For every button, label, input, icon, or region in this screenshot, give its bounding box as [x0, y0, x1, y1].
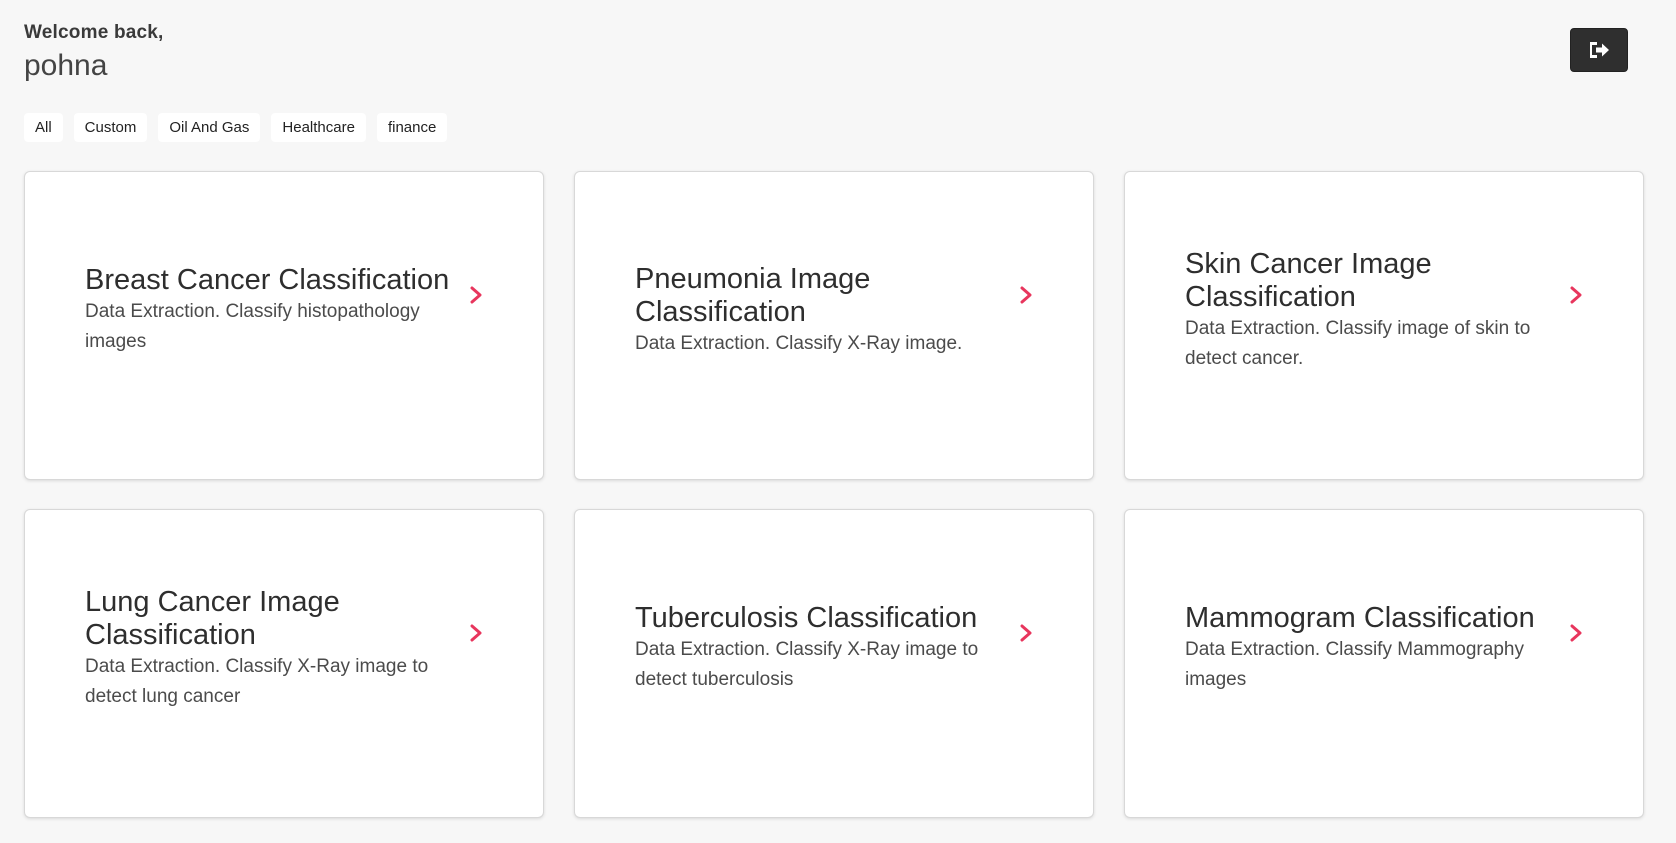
chevron-right-icon: [1020, 286, 1032, 303]
model-card-lung-cancer[interactable]: Lung Cancer Image Classification Data Ex…: [24, 509, 544, 818]
model-card-grid: Breast Cancer Classification Data Extrac…: [24, 171, 1644, 818]
card-title: Mammogram Classification: [1185, 602, 1535, 634]
model-card-tuberculosis[interactable]: Tuberculosis Classification Data Extract…: [574, 509, 1094, 818]
chevron-right-icon: [1570, 286, 1582, 303]
card-description: Data Extraction. Classify X-Ray image.: [635, 332, 963, 354]
filter-all[interactable]: All: [24, 113, 63, 142]
card-title: Lung Cancer Image Classification: [85, 585, 340, 651]
filter-custom[interactable]: Custom: [73, 113, 148, 142]
filter-healthcare[interactable]: Healthcare: [271, 113, 366, 142]
welcome-text: Welcome back,: [24, 22, 164, 43]
card-description: Data Extraction. Classify X-Ray image to…: [85, 655, 429, 707]
chevron-right-icon: [470, 286, 482, 303]
card-description: Data Extraction. Classify Mammography im…: [1185, 639, 1524, 690]
card-title: Skin Cancer Image Classification: [1185, 247, 1432, 313]
card-description: Data Extraction. Classify X-Ray image to…: [635, 639, 979, 690]
model-card-skin-cancer[interactable]: Skin Cancer Image Classification Data Ex…: [1124, 171, 1644, 480]
card-description: Data Extraction. Classify image of skin …: [1185, 317, 1531, 369]
chevron-right-icon: [470, 624, 482, 641]
chevron-right-icon: [1570, 624, 1582, 641]
welcome-header: Welcome back, pohna: [24, 22, 164, 83]
card-title: Tuberculosis Classification: [635, 602, 978, 634]
chevron-right-icon: [1020, 624, 1032, 641]
model-card-mammogram[interactable]: Mammogram Classification Data Extraction…: [1124, 509, 1644, 818]
model-card-pneumonia[interactable]: Pneumonia Image Classification Data Extr…: [574, 171, 1094, 480]
model-card-breast-cancer[interactable]: Breast Cancer Classification Data Extrac…: [24, 171, 544, 480]
category-filters: All Custom Oil And Gas Healthcare financ…: [24, 113, 448, 142]
logout-button[interactable]: [1570, 28, 1628, 72]
filter-oil-and-gas[interactable]: Oil And Gas: [158, 113, 261, 142]
username: pohna: [24, 49, 108, 82]
card-description: Data Extraction. Classify histopathology…: [85, 301, 420, 352]
sign-out-icon: [1590, 42, 1609, 58]
card-title: Pneumonia Image Classification: [635, 262, 871, 328]
filter-finance[interactable]: finance: [376, 113, 448, 142]
card-title: Breast Cancer Classification: [85, 264, 450, 296]
